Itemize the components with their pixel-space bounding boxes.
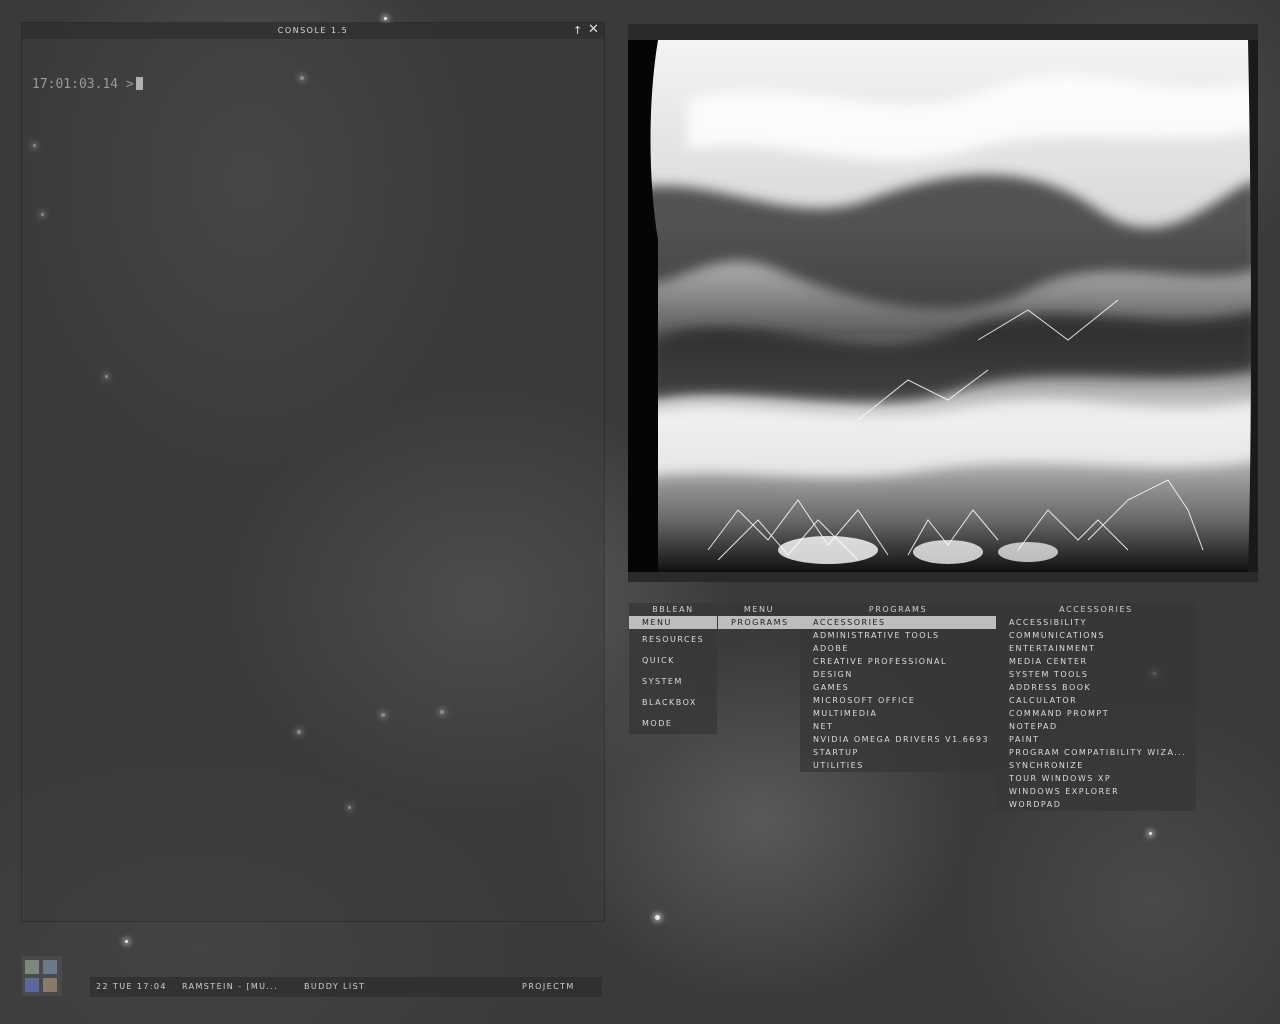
visualization-window[interactable] xyxy=(628,24,1258,582)
accessories-item-command-prompt[interactable]: COMMAND PROMPT xyxy=(996,707,1196,720)
star xyxy=(125,940,128,943)
programs-item-administrative-tools[interactable]: ADMINISTRATIVE TOOLS xyxy=(800,629,996,642)
accessories-item-calculator[interactable]: CALCULATOR xyxy=(996,694,1196,707)
console-body[interactable]: 17:01:03.14 > xyxy=(22,39,596,913)
console-prompt[interactable]: 17:01:03.14 > xyxy=(32,77,143,92)
accessories-item-program-compatibility-wizard[interactable]: PROGRAM COMPATIBILITY WIZA... xyxy=(996,746,1196,759)
text-cursor xyxy=(135,77,143,90)
accessories-item-paint[interactable]: PAINT xyxy=(996,733,1196,746)
close-icon[interactable]: ✕ xyxy=(588,23,599,37)
menu-submenu-title: MENU xyxy=(743,605,775,614)
menu-item-menu[interactable]: MENU xyxy=(629,616,717,629)
console-title: CONSOLE 1.5 xyxy=(277,26,349,35)
tray-icon[interactable] xyxy=(22,956,62,996)
programs-item-startup[interactable]: STARTUP xyxy=(800,746,996,759)
accessories-submenu[interactable]: ACCESSORIES ACCESSIBILITY COMMUNICATIONS… xyxy=(996,603,1196,811)
bblean-menu[interactable]: BBLEAN MENU RESOURCES QUICK SYSTEM BLACK… xyxy=(629,603,717,734)
accessories-item-accessibility[interactable]: ACCESSIBILITY xyxy=(996,616,1196,629)
programs-submenu-title: PROGRAMS xyxy=(868,605,928,614)
star xyxy=(655,915,660,920)
programs-item-games[interactable]: GAMES xyxy=(800,681,996,694)
accessories-item-notepad[interactable]: NOTEPAD xyxy=(996,720,1196,733)
programs-item-net[interactable]: NET xyxy=(800,720,996,733)
accessories-item-media-center[interactable]: MEDIA CENTER xyxy=(996,655,1196,668)
accessories-item-windows-explorer[interactable]: WINDOWS EXPLORER xyxy=(996,785,1196,798)
star xyxy=(384,17,387,20)
arrow-up-icon[interactable]: ↑ xyxy=(573,24,582,38)
visualization-image xyxy=(628,40,1258,572)
console-window[interactable]: CONSOLE 1.5 ↑ ✕ 17:01:03.14 > xyxy=(22,23,604,921)
visualization-svg xyxy=(628,40,1258,572)
menu-item-programs[interactable]: PROGRAMS xyxy=(718,616,800,629)
tray-icon-graphic xyxy=(22,956,62,996)
taskbar-clock: 22 TUE 17:04 xyxy=(96,982,167,991)
menu-item-resources[interactable]: RESOURCES xyxy=(629,629,717,650)
programs-submenu[interactable]: PROGRAMS ACCESSORIES ADMINISTRATIVE TOOL… xyxy=(800,603,996,772)
accessories-item-wordpad[interactable]: WORDPAD xyxy=(996,798,1196,811)
programs-item-design[interactable]: DESIGN xyxy=(800,668,996,681)
programs-item-adobe[interactable]: ADOBE xyxy=(800,642,996,655)
programs-item-multimedia[interactable]: MULTIMEDIA xyxy=(800,707,996,720)
programs-item-creative-professional[interactable]: CREATIVE PROFESSIONAL xyxy=(800,655,996,668)
taskbar-label-projectm[interactable]: PROJECTM xyxy=(522,982,575,991)
menu-item-mode[interactable]: MODE xyxy=(629,713,717,734)
programs-item-microsoft-office[interactable]: MICROSOFT OFFICE xyxy=(800,694,996,707)
accessories-item-system-tools[interactable]: SYSTEM TOOLS xyxy=(996,668,1196,681)
star xyxy=(1149,832,1152,835)
menu-submenu[interactable]: MENU PROGRAMS xyxy=(718,603,800,629)
bblean-menu-title: BBLEAN xyxy=(652,605,694,614)
accessories-item-synchronize[interactable]: SYNCHRONIZE xyxy=(996,759,1196,772)
taskbar[interactable]: 22 TUE 17:04 RAMSTEIN - [MU... BUDDY LIS… xyxy=(90,977,602,997)
menu-item-quick[interactable]: QUICK xyxy=(629,650,717,671)
console-titlebar[interactable]: CONSOLE 1.5 ↑ ✕ xyxy=(22,23,604,39)
accessories-item-communications[interactable]: COMMUNICATIONS xyxy=(996,629,1196,642)
programs-item-nvidia-drivers[interactable]: NVIDIA OMEGA DRIVERS V1.6693 xyxy=(800,733,996,746)
programs-item-accessories[interactable]: ACCESSORIES xyxy=(800,616,996,629)
menu-item-blackbox[interactable]: BLACKBOX xyxy=(629,692,717,713)
accessories-item-entertainment[interactable]: ENTERTAINMENT xyxy=(996,642,1196,655)
accessories-submenu-title: ACCESSORIES xyxy=(1059,605,1133,614)
menu-item-system[interactable]: SYSTEM xyxy=(629,671,717,692)
accessories-item-tour-windows-xp[interactable]: TOUR WINDOWS XP xyxy=(996,772,1196,785)
accessories-item-address-book[interactable]: ADDRESS BOOK xyxy=(996,681,1196,694)
taskbar-task-ramstein[interactable]: RAMSTEIN - [MU... xyxy=(182,982,278,991)
taskbar-task-buddy-list[interactable]: BUDDY LIST xyxy=(304,982,365,991)
programs-item-utilities[interactable]: UTILITIES xyxy=(800,759,996,772)
prompt-text: 17:01:03.14 > xyxy=(32,77,134,92)
